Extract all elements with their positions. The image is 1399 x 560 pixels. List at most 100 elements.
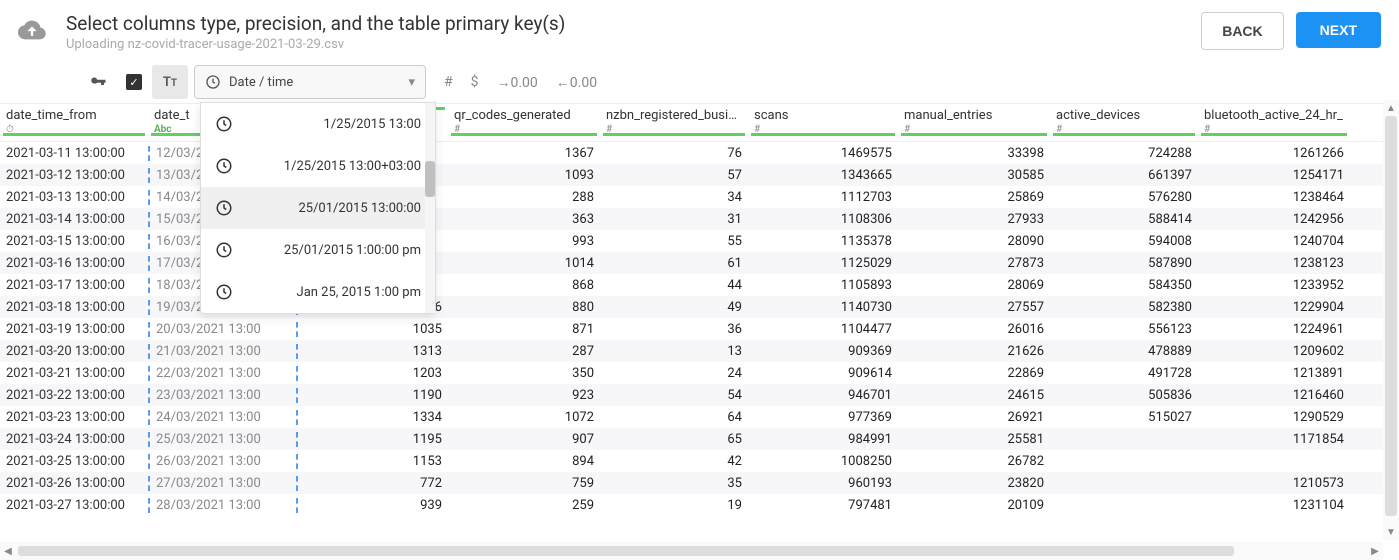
cell: 1290529 [1198,410,1350,425]
datetime-format-option[interactable]: 25/01/2015 13:00:00 [201,187,435,229]
wizard-buttons: BACK NEXT [1201,12,1381,50]
column-type-dropdown[interactable]: Date / time ▾ [194,65,426,99]
datetime-format-option[interactable]: Jan 25, 2015 1:00 pm [201,271,435,313]
clock-icon [205,74,221,90]
cell: 587890 [1050,256,1198,271]
cell: 1209602 [1198,344,1350,359]
cell: 1254171 [1198,168,1350,183]
include-checkbox[interactable]: ✓ [116,65,152,99]
cell: 1195 [298,432,448,447]
cell: 49 [600,300,748,315]
cell: 65 [600,432,748,447]
cell: 1231104 [1198,498,1350,513]
dropdown-label: Date / time [229,75,408,90]
clock-icon [215,199,233,217]
next-button[interactable]: NEXT [1296,12,1381,48]
cell: 36 [600,322,748,337]
cell: 661397 [1050,168,1198,183]
cell: 1135378 [748,234,898,249]
cell: 24615 [898,388,1050,403]
cell: 23820 [898,476,1050,491]
cell: 259 [448,498,600,513]
cell: 588414 [1050,212,1198,227]
column-header[interactable]: manual_entries# [898,108,1050,135]
format-label: 25/01/2015 13:00:00 [247,201,421,216]
cell: 977369 [748,410,898,425]
cell: 515027 [1050,410,1198,425]
cell: 868 [448,278,600,293]
vertical-scrollbar[interactable]: ▲ ▼ [1383,100,1399,540]
cell: 1125029 [748,256,898,271]
column-header[interactable]: active_devices# [1050,108,1198,135]
cell: 363 [448,212,600,227]
cell: 22869 [898,366,1050,381]
cell: 28090 [898,234,1050,249]
datetime-format-option[interactable]: 25/01/2015 1:00:00 pm [201,229,435,271]
clock-icon [215,283,233,301]
cell: 1093 [448,168,600,183]
table-row: 2021-03-25 13:00:0026/03/2021 13:0011538… [0,450,1399,472]
table-row: 2021-03-26 13:00:0027/03/2021 13:0077275… [0,472,1399,494]
cell: 584350 [1050,278,1198,293]
type-decimal-right[interactable]: →0.00 [497,74,538,91]
cell: 871 [448,322,600,337]
cell: 1210573 [1198,476,1350,491]
cell: 20/03/2021 13:00 [148,322,298,337]
key-icon[interactable] [80,65,116,99]
cell: 1112703 [748,190,898,205]
cell: 724288 [1050,146,1198,161]
cell: 1313 [298,344,448,359]
wizard-header: Select columns type, precision, and the … [0,0,1399,60]
cell: 556123 [1050,322,1198,337]
dropdown-scrollbar[interactable] [425,103,435,313]
cell: 64 [600,410,748,425]
column-header[interactable]: nzbn_registered_busine# [600,108,748,135]
cell: 939 [298,498,448,513]
cell: 2021-03-15 13:00:00 [0,234,148,249]
cell: 2021-03-26 13:00:00 [0,476,148,491]
cell: 1213891 [1198,366,1350,381]
datetime-format-menu[interactable]: 1/25/2015 13:00 1/25/2015 13:00+03:00 25/0… [200,102,436,314]
cell: 2021-03-12 13:00:00 [0,168,148,183]
column-header[interactable]: bluetooth_active_24_hr_# [1198,108,1350,135]
cell: 594008 [1050,234,1198,249]
cell: 26016 [898,322,1050,337]
format-label: 1/25/2015 13:00+03:00 [247,159,421,174]
cell: 61 [600,256,748,271]
horizontal-scrollbar[interactable]: ◀ ▶ [0,542,1383,560]
column-type-toolbar: ✓ TT Date / time ▾ # $ →0.00 ←0.00 [0,60,1399,103]
column-header[interactable]: qr_codes_generated# [448,108,600,135]
datetime-format-option[interactable]: 1/25/2015 13:00+03:00 [201,145,435,187]
cell: 1238123 [1198,256,1350,271]
cell: 42 [600,454,748,469]
cell: 909614 [748,366,898,381]
cell: 24 [600,366,748,381]
cell: 2021-03-17 13:00:00 [0,278,148,293]
cell: 759 [448,476,600,491]
cell: 1469575 [748,146,898,161]
cell: 2021-03-22 13:00:00 [0,388,148,403]
cell: 880 [448,300,600,315]
header-text: Select columns type, precision, and the … [66,12,1201,52]
table-row: 2021-03-22 13:00:0023/03/2021 13:0011909… [0,384,1399,406]
type-decimal-left[interactable]: ←0.00 [556,74,597,91]
cell: 21/03/2021 13:00 [148,344,298,359]
cell: 2021-03-21 13:00:00 [0,366,148,381]
cell: 26/03/2021 13:00 [148,454,298,469]
text-case-toggle[interactable]: TT [152,65,188,99]
cell: 505836 [1050,388,1198,403]
column-header[interactable]: scans# [748,108,898,135]
cell: 1242956 [1198,212,1350,227]
datetime-format-option[interactable]: 1/25/2015 13:00 [201,103,435,145]
cell: 28069 [898,278,1050,293]
cell: 27/03/2021 13:00 [148,476,298,491]
cell: 1105893 [748,278,898,293]
cell: 772 [298,476,448,491]
table-row: 2021-03-19 13:00:0020/03/2021 13:0010358… [0,318,1399,340]
cell: 797481 [748,498,898,513]
type-number[interactable]: # [444,74,453,90]
column-header[interactable]: date_time_from⏱ [0,108,148,135]
back-button[interactable]: BACK [1201,12,1283,50]
type-currency[interactable]: $ [471,74,479,90]
format-label: 25/01/2015 1:00:00 pm [247,243,421,258]
